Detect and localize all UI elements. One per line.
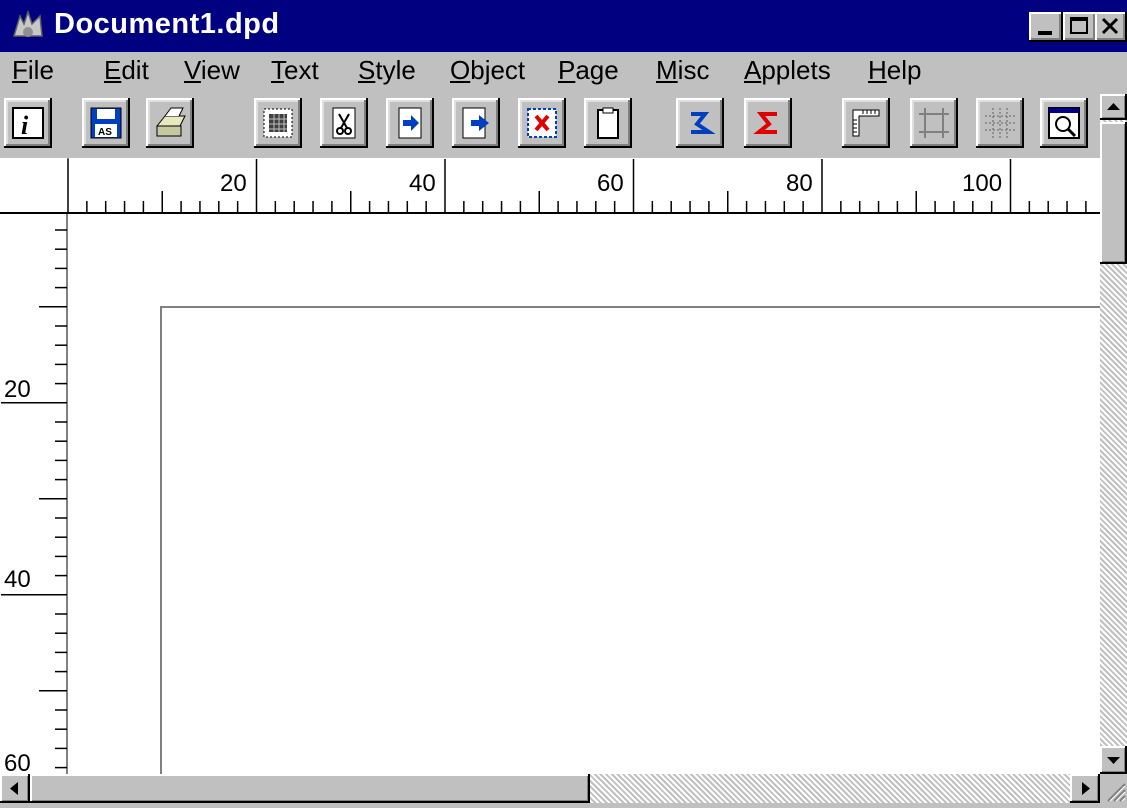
menu-edit[interactable]: Edit [104,55,149,86]
clipboard-icon [597,107,619,139]
close-icon [1101,17,1119,35]
ruler-label: 20 [220,170,247,197]
maximize-icon [1070,17,1088,34]
select-grid-button[interactable] [254,98,302,148]
clipboard-button[interactable] [584,98,632,148]
snap-grid-button[interactable] [976,98,1024,148]
menu-page[interactable]: Page [558,55,619,86]
delete-button[interactable] [518,98,566,148]
print-icon [156,107,186,137]
crop-icon [919,108,949,138]
arrow-up-icon [1107,103,1120,110]
horizontal-scrollbar[interactable] [0,774,1100,803]
menu-view[interactable]: View [184,55,240,86]
delete-icon [527,108,557,138]
menu-file[interactable]: File [12,55,54,86]
arrow-left-icon [10,782,18,795]
close-button[interactable] [1095,12,1127,42]
scroll-left-button[interactable] [0,774,30,803]
save-icon: AS [90,107,122,139]
horizontal-ruler: 20 40 60 80 100 [0,158,1100,214]
horizontal-scroll-thumb[interactable] [30,774,590,803]
vertical-scrollbar[interactable] [1100,94,1127,774]
menu-misc[interactable]: Misc [656,55,709,86]
menu-object[interactable]: Object [450,55,525,86]
menu-help[interactable]: Help [868,55,921,86]
ruler-label: 40 [4,566,31,593]
ruler-label: 20 [4,376,31,403]
cut-icon [332,107,356,139]
zoom-button[interactable] [1040,98,1088,148]
scroll-down-button[interactable] [1100,746,1127,774]
ruler-toggle-button[interactable] [842,98,890,148]
menu-text[interactable]: Text [271,55,319,86]
arrow-right-icon [1082,782,1090,795]
undo-button[interactable] [676,98,724,148]
redo-icon [753,112,777,134]
page-boundary [160,306,1122,788]
app-icon[interactable] [10,9,46,44]
window-title: Document1.dpd [54,8,280,40]
print-button[interactable] [146,98,194,148]
minimize-icon [1038,31,1052,35]
cut-button[interactable] [320,98,368,148]
maximize-button[interactable] [1063,12,1097,42]
paste-icon [462,107,489,139]
resize-grip-icon [1107,783,1126,802]
svg-text:i: i [21,111,29,140]
snap-grid-icon [985,108,1015,138]
crop-button[interactable] [910,98,958,148]
undo-icon [691,112,716,134]
menu-style[interactable]: Style [358,55,416,86]
redo-button[interactable] [744,98,792,148]
vertical-ruler: 20 40 60 [0,214,68,777]
info-icon: i [12,107,44,140]
ruler-label: 100 [962,170,1003,197]
copy-icon [398,107,422,139]
scroll-right-button[interactable] [1070,774,1100,803]
paste-button[interactable] [452,98,500,148]
info-button[interactable]: i [4,98,52,148]
ruler-label: 80 [786,170,813,197]
grid-select-icon [263,108,293,138]
arrow-down-icon [1107,757,1120,764]
ruler-label: 60 [597,170,624,197]
save-button[interactable]: AS [82,98,130,148]
copy-button[interactable] [386,98,434,148]
ruler-icon [852,109,880,137]
vertical-scroll-thumb[interactable] [1100,122,1127,264]
svg-text:AS: AS [98,127,112,138]
ruler-label: 40 [409,170,436,197]
minimize-button[interactable] [1029,12,1063,42]
menu-applets[interactable]: Applets [744,55,831,86]
scroll-up-button[interactable] [1100,94,1127,120]
zoom-icon [1048,107,1080,139]
resize-grip[interactable] [1100,774,1127,803]
